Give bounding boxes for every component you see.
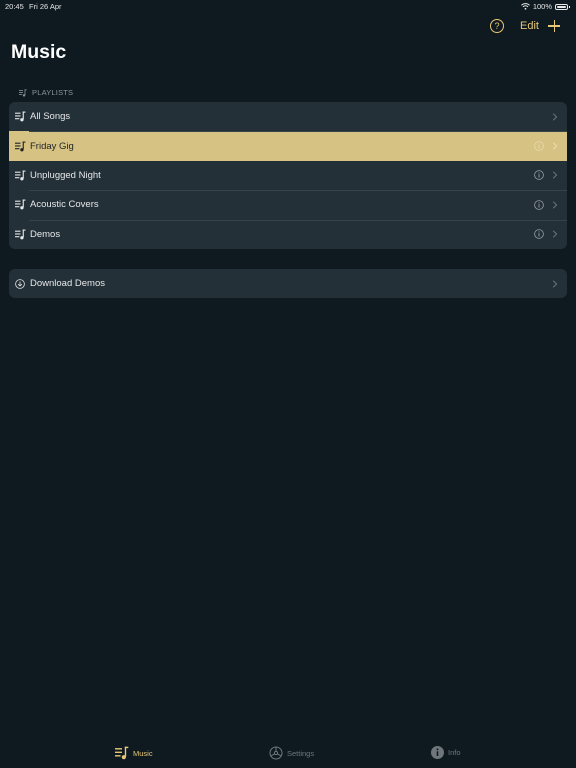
playlist-icon	[19, 88, 27, 97]
playlist-label: Friday Gig	[30, 140, 74, 152]
chevron-right-icon	[552, 142, 558, 150]
wifi-icon	[520, 3, 530, 10]
section-header-label: PLAYLISTS	[32, 88, 74, 97]
info-button[interactable]	[534, 141, 544, 151]
playlists-section-header: PLAYLISTS	[19, 88, 73, 97]
playlist-label: Acoustic Covers	[30, 199, 99, 211]
info-button[interactable]	[534, 200, 544, 210]
nav-bar: ? Edit	[490, 16, 560, 36]
tab-settings[interactable]: Settings	[269, 746, 314, 760]
playlist-row-acoustic-covers[interactable]: Acoustic Covers	[9, 190, 567, 219]
battery-icon	[555, 3, 570, 10]
add-button[interactable]	[548, 20, 560, 32]
chevron-right-icon	[552, 113, 558, 121]
playlist-label: Unplugged Night	[30, 169, 101, 181]
info-button[interactable]	[534, 170, 544, 181]
help-button[interactable]: ?	[490, 19, 505, 33]
tab-label: Music	[133, 748, 153, 758]
playlist-icon	[14, 140, 26, 152]
status-bar: 20:45 Fri 26 Apr 100%	[0, 0, 576, 12]
playlist-label: All Songs	[30, 111, 71, 123]
status-right: 100%	[520, 2, 570, 11]
downloads-list: Download Demos	[9, 269, 567, 299]
status-date: Fri 26 Apr	[29, 2, 62, 11]
battery-percent: 100%	[532, 2, 552, 11]
playlist-icon	[14, 111, 26, 123]
playlist-icon	[14, 228, 26, 240]
playlist-icon	[14, 199, 26, 211]
download-label: Download Demos	[30, 278, 105, 290]
chevron-right-icon	[552, 201, 558, 209]
page-title: Music	[11, 41, 67, 63]
gear-icon	[269, 746, 283, 760]
tab-label: Info	[448, 748, 461, 757]
playlist-row-demos[interactable]: Demos	[9, 219, 567, 249]
playlist-icon	[14, 169, 26, 181]
tab-bar: Music Settings Info	[0, 738, 576, 768]
chevron-right-icon	[552, 171, 558, 180]
chevron-right-icon	[552, 280, 558, 288]
edit-button[interactable]: Edit	[520, 20, 539, 32]
playlist-icon	[115, 746, 129, 760]
tab-music[interactable]: Music	[115, 746, 153, 760]
playlist-label: Demos	[30, 228, 61, 240]
playlist-row-unplugged-night[interactable]: Unplugged Night	[9, 161, 567, 190]
info-icon	[431, 746, 444, 759]
info-button[interactable]	[534, 229, 544, 240]
chevron-right-icon	[552, 230, 558, 238]
playlist-row-all-songs[interactable]: All Songs	[9, 102, 567, 131]
download-demos-row[interactable]: Download Demos	[9, 269, 567, 298]
status-time: 20:45	[5, 2, 24, 11]
playlists-list: All Songs Friday Gig Unplugged Night Aco…	[9, 102, 567, 249]
playlist-row-friday-gig[interactable]: Friday Gig	[9, 131, 567, 161]
download-icon	[14, 278, 26, 290]
tab-info[interactable]: Info	[431, 746, 461, 759]
tab-label: Settings	[287, 748, 315, 758]
